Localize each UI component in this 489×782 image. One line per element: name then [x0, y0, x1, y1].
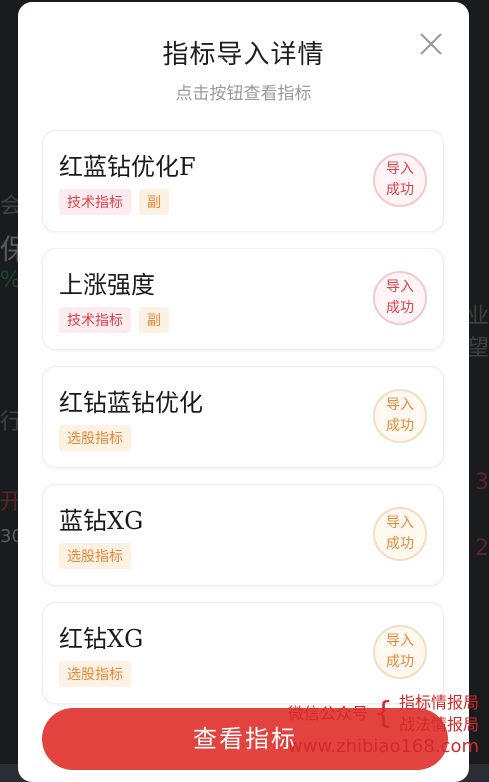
category-tag: 技术指标: [59, 307, 131, 333]
watermark: 微信公众号 { 指标情报局 战法情报局 www.zhibiao168.com: [288, 692, 479, 758]
category-tag: 选股指标: [59, 661, 131, 687]
watermark-url: www.zhibiao168.com: [287, 736, 479, 757]
import-success-badge: 导入 成功: [373, 625, 427, 679]
category-tag: 选股指标: [59, 425, 131, 451]
modal-subtitle: 点击按钮查看指标: [175, 84, 312, 104]
indicator-card[interactable]: 红钻XG 选股指标 导入 成功: [42, 602, 444, 704]
import-details-modal: 指标导入详情 点击按钮查看指标 红蓝钻优化F 技术指标 副 导入 成功 上涨强度 …: [18, 2, 469, 782]
watermark-line2: 战法情报局: [398, 715, 479, 734]
sub-tag: 副: [139, 307, 169, 333]
indicator-list: 红蓝钻优化F 技术指标 副 导入 成功 上涨强度 技术指标 副 导入 成功 红钻蓝钻…: [42, 130, 444, 720]
modal-title: 指标导入详情: [162, 40, 325, 70]
watermark-label: 微信公众号: [287, 704, 368, 723]
watermark-line1: 指标情报局: [398, 693, 479, 712]
import-success-badge: 导入 成功: [373, 271, 427, 325]
category-tag: 选股指标: [59, 543, 131, 569]
indicator-card[interactable]: 上涨强度 技术指标 副 导入 成功: [42, 248, 444, 350]
close-icon[interactable]: [417, 30, 445, 58]
indicator-card[interactable]: 红钻蓝钻优化 选股指标 导入 成功: [42, 366, 444, 468]
brace-glyph: {: [373, 696, 393, 731]
indicator-name: 上涨强度: [59, 271, 155, 299]
category-tag: 技术指标: [59, 189, 131, 215]
indicator-name: 红钻XG: [59, 625, 144, 653]
sub-tag: 副: [139, 189, 169, 215]
import-success-badge: 导入 成功: [373, 153, 427, 207]
indicator-name: 红钻蓝钻优化: [59, 389, 203, 417]
import-success-badge: 导入 成功: [373, 389, 427, 443]
indicator-card[interactable]: 红蓝钻优化F 技术指标 副 导入 成功: [42, 130, 444, 232]
indicator-name: 红蓝钻优化F: [59, 153, 196, 181]
indicator-name: 蓝钻XG: [59, 507, 144, 535]
import-success-badge: 导入 成功: [373, 507, 427, 561]
indicator-card[interactable]: 蓝钻XG 选股指标 导入 成功: [42, 484, 444, 586]
